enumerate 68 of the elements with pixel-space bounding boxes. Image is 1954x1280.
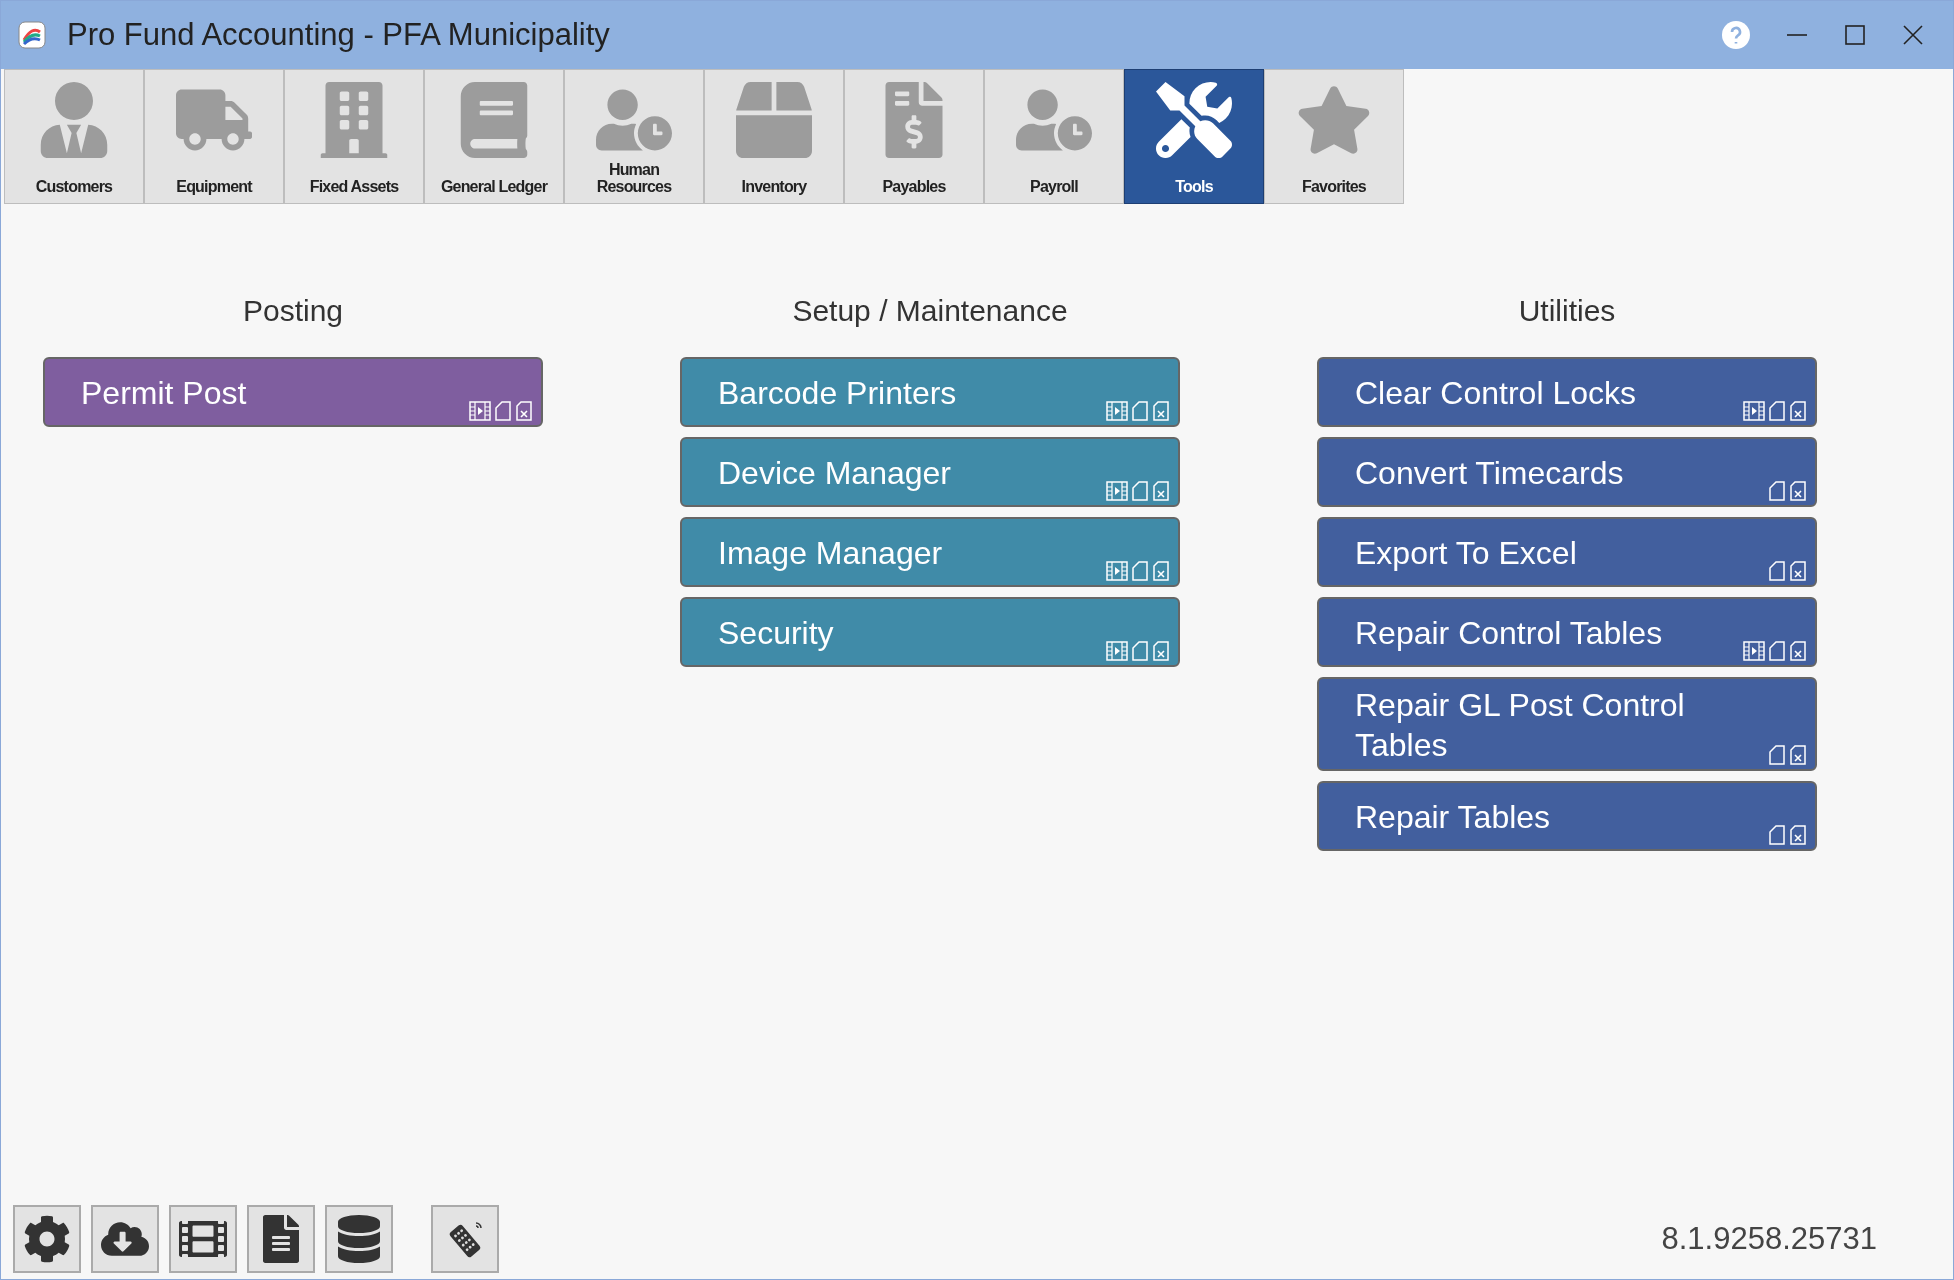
new-document-icon[interactable] — [494, 401, 512, 421]
menu-button[interactable]: Repair GL Post Control Tables — [1317, 677, 1817, 771]
menu-button[interactable]: Image Manager — [680, 517, 1180, 587]
new-document-icon[interactable] — [1131, 561, 1149, 581]
module-tab[interactable]: Favorites — [1264, 69, 1404, 204]
module-tab[interactable]: General Ledger — [424, 69, 564, 204]
film-icon[interactable] — [1106, 401, 1128, 421]
settings-icon — [23, 1215, 71, 1263]
toolbar-button[interactable] — [325, 1205, 393, 1273]
delete-document-icon[interactable] — [1152, 561, 1170, 581]
new-document-icon[interactable] — [1768, 825, 1786, 845]
delete-document-icon[interactable] — [1789, 481, 1807, 501]
section-heading: Posting — [241, 293, 345, 329]
new-document-icon[interactable] — [1131, 481, 1149, 501]
module-tab[interactable]: Customers — [4, 69, 144, 204]
film-icon[interactable] — [1106, 481, 1128, 501]
module-tab[interactable]: Payroll — [984, 69, 1124, 204]
delete-document-icon[interactable] — [1152, 481, 1170, 501]
menu-button[interactable]: Security — [680, 597, 1180, 667]
menu-button[interactable]: Permit Post — [43, 357, 543, 427]
new-document-icon[interactable] — [1768, 481, 1786, 501]
module-tab[interactable]: Equipment — [144, 69, 284, 204]
box-icon — [736, 82, 812, 158]
new-document-icon[interactable] — [1768, 401, 1786, 421]
delete-document-icon[interactable] — [515, 401, 533, 421]
film-icon[interactable] — [1743, 401, 1765, 421]
delete-document-icon[interactable] — [1789, 561, 1807, 581]
menu-button[interactable]: Clear Control Locks — [1317, 357, 1817, 427]
delete-document-icon[interactable] — [1152, 641, 1170, 661]
menu-button[interactable]: Repair Control Tables — [1317, 597, 1817, 667]
module-tab[interactable]: Payables — [844, 69, 984, 204]
film-icon[interactable] — [1106, 561, 1128, 581]
toolbar-button[interactable] — [169, 1205, 237, 1273]
new-document-icon[interactable] — [1131, 401, 1149, 421]
toolbar-button[interactable] — [13, 1205, 81, 1273]
module-tab[interactable]: Fixed Assets — [284, 69, 424, 204]
toolbar-button[interactable] — [431, 1205, 499, 1273]
tools-icon — [1156, 82, 1232, 158]
menu-button[interactable]: Device Manager — [680, 437, 1180, 507]
app-logo-icon — [17, 20, 47, 50]
window-title: Pro Fund Accounting - PFA Municipality — [67, 15, 610, 54]
section-heading: Utilities — [1517, 293, 1617, 329]
delete-document-icon[interactable] — [1789, 745, 1807, 765]
delete-document-icon[interactable] — [1789, 825, 1807, 845]
film-icon[interactable] — [1743, 641, 1765, 661]
module-tab[interactable]: Tools — [1124, 69, 1264, 204]
database-icon — [335, 1215, 383, 1263]
close-icon[interactable] — [1901, 23, 1925, 47]
section-heading: Setup / Maintenance — [791, 293, 1069, 329]
menu-button[interactable]: Repair Tables — [1317, 781, 1817, 851]
new-document-icon[interactable] — [1768, 745, 1786, 765]
new-document-icon[interactable] — [1768, 561, 1786, 581]
toolbar-button[interactable] — [247, 1205, 315, 1273]
delete-document-icon[interactable] — [1152, 401, 1170, 421]
film-icon[interactable] — [469, 401, 491, 421]
menu-button[interactable]: Convert Timecards — [1317, 437, 1817, 507]
delete-document-icon[interactable] — [1789, 401, 1807, 421]
module-tab[interactable]: Inventory — [704, 69, 844, 204]
maximize-icon[interactable] — [1843, 23, 1867, 47]
new-document-icon[interactable] — [1768, 641, 1786, 661]
menu-button[interactable]: Export To Excel — [1317, 517, 1817, 587]
delete-document-icon[interactable] — [1789, 641, 1807, 661]
version-label: 8.1.9258.25731 — [1661, 1219, 1877, 1258]
film-icon[interactable] — [1106, 641, 1128, 661]
module-tab[interactable]: Human Resources — [564, 69, 704, 204]
menu-button[interactable]: Barcode Printers — [680, 357, 1180, 427]
toolbar-button[interactable] — [91, 1205, 159, 1273]
new-document-icon[interactable] — [1131, 641, 1149, 661]
